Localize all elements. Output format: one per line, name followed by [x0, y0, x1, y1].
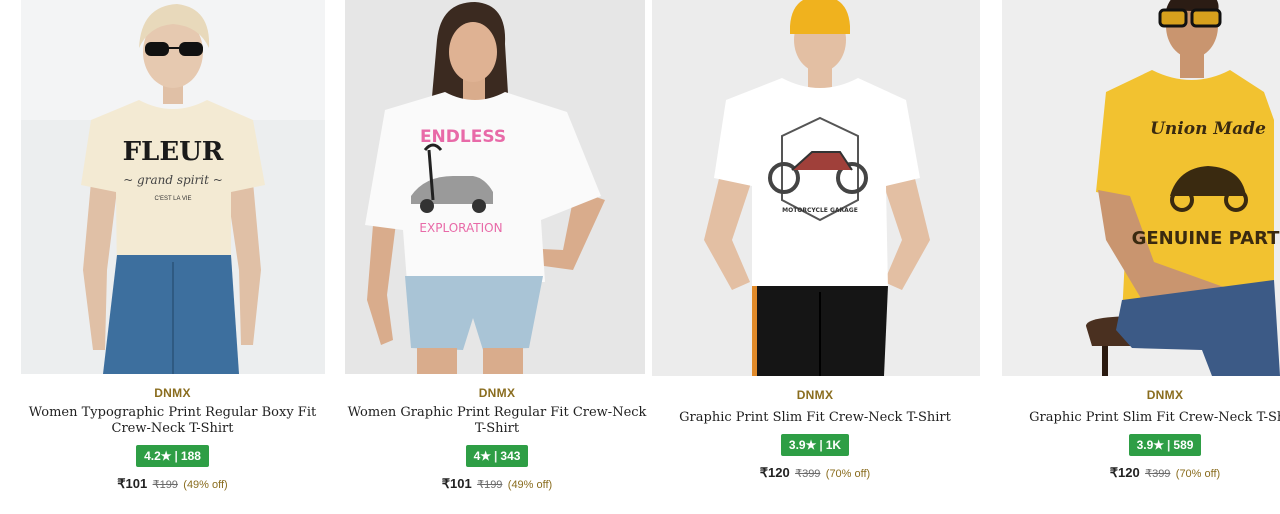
product-image[interactable]: Union Made GENUINE PARTS [1002, 0, 1280, 376]
svg-text:C'EST LA VIE: C'EST LA VIE [154, 196, 191, 202]
price-row: ₹101 ₹199 (49% off) [0, 476, 345, 492]
product-card[interactable]: MOTORCYCLE GARAGE DNMX Graphic Print Sli… [650, 0, 980, 514]
product-image[interactable]: FLEUR ~ grand spirit ~ C'EST LA VIE [21, 0, 325, 374]
discount-label: (70% off) [1175, 468, 1221, 480]
product-image[interactable]: MOTORCYCLE GARAGE [652, 0, 980, 376]
rating-badge: 4.2★ | 188 [136, 445, 209, 467]
svg-text:GENUINE PARTS: GENUINE PARTS [1132, 228, 1280, 249]
rating-value: 4.2 [144, 449, 161, 463]
svg-text:MOTORCYCLE GARAGE: MOTORCYCLE GARAGE [782, 207, 858, 214]
star-icon: ★ [160, 449, 172, 463]
review-count: 589 [1173, 438, 1194, 452]
product-title[interactable]: Graphic Print Slim Fit Crew-Neck T-Shirt [655, 410, 975, 426]
star-icon: ★ [480, 449, 492, 463]
review-count: 343 [500, 449, 521, 463]
svg-text:~ grand spirit ~: ~ grand spirit ~ [123, 173, 223, 187]
sale-price: ₹101 [117, 476, 148, 491]
rating-badge: 4★ | 343 [465, 445, 529, 467]
rating-badge: 3.9★ | 589 [1128, 434, 1202, 456]
product-card[interactable]: ENDLESS EXPLORATION DNMX Women Graphic P… [345, 0, 649, 514]
star-icon: ★ [805, 438, 817, 452]
product-brand: DNMX [154, 386, 191, 400]
product-title[interactable]: Women Graphic Print Regular Fit Crew-Nec… [347, 405, 647, 437]
discount-label: (49% off) [507, 479, 553, 491]
rating-value: 3.9 [788, 438, 806, 452]
rating-badge: 3.9★ | 1K [780, 434, 850, 456]
product-title[interactable]: Graphic Print Slim Fit Crew-Neck T-Shirt [1005, 410, 1280, 426]
product-card[interactable]: Union Made GENUINE PARTS DNMX Graphic Pr… [1000, 0, 1280, 514]
mrp-price: ₹199 [152, 479, 178, 491]
sale-price: ₹120 [1109, 465, 1140, 480]
svg-text:EXPLORATION: EXPLORATION [419, 221, 502, 235]
sale-price: ₹120 [759, 465, 790, 480]
sale-price: ₹101 [441, 476, 472, 491]
discount-label: (70% off) [825, 468, 871, 480]
product-brand: DNMX [796, 388, 834, 402]
product-card[interactable]: FLEUR ~ grand spirit ~ C'EST LA VIE DNMX… [0, 0, 345, 514]
price-row: ₹120 ₹399 (70% off) [1000, 465, 1280, 481]
mrp-price: ₹199 [477, 479, 503, 491]
discount-label: (49% off) [183, 479, 228, 491]
review-count: 188 [180, 449, 201, 463]
mrp-price: ₹399 [1145, 468, 1171, 480]
rating-value: 3.9 [1136, 438, 1154, 452]
mrp-price: ₹399 [795, 468, 821, 480]
svg-text:FLEUR: FLEUR [123, 137, 224, 167]
product-brand: DNMX [1146, 388, 1184, 402]
star-icon: ★ [1153, 438, 1165, 452]
product-grid: FLEUR ~ grand spirit ~ C'EST LA VIE DNMX… [0, 0, 1280, 514]
review-count: 1K [825, 438, 842, 452]
product-title[interactable]: Women Typographic Print Regular Boxy Fit… [18, 405, 328, 437]
price-row: ₹120 ₹399 (70% off) [650, 465, 980, 481]
svg-text:Union Made: Union Made [1150, 119, 1266, 139]
product-brand: DNMX [478, 386, 516, 400]
price-row: ₹101 ₹199 (49% off) [345, 476, 649, 492]
product-image[interactable]: ENDLESS EXPLORATION [345, 0, 645, 374]
